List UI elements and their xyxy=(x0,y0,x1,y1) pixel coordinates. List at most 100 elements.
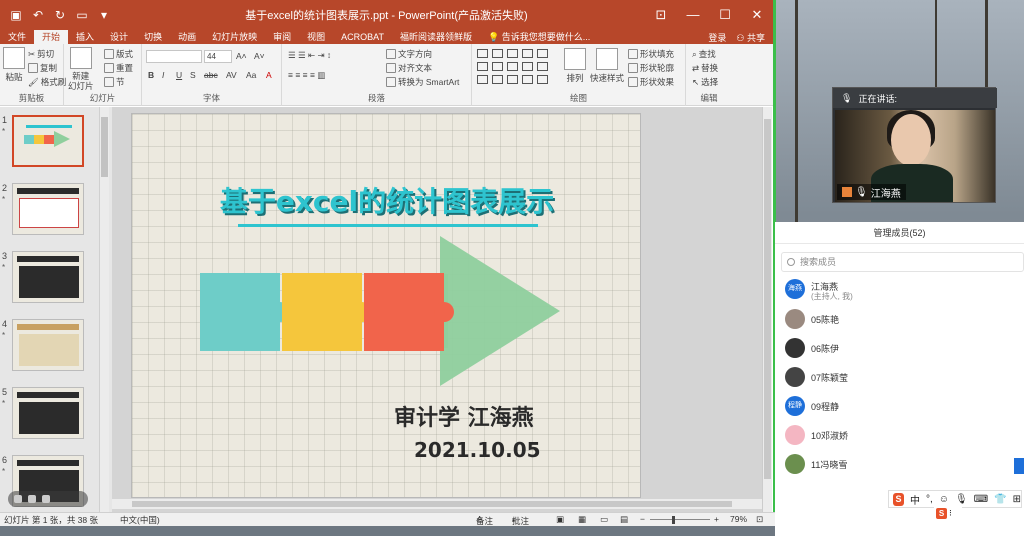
paste-button[interactable]: 粘贴 xyxy=(3,47,25,83)
grid-icon[interactable] xyxy=(42,495,50,503)
text-direction-button[interactable]: 文字方向 xyxy=(386,48,432,60)
strikethrough-button[interactable]: abc xyxy=(204,70,218,80)
slideshow-view-icon[interactable]: ▤ xyxy=(620,514,628,525)
reset-button[interactable]: 重置 xyxy=(104,62,133,74)
tab-insert[interactable]: 插入 xyxy=(68,30,102,44)
grow-font-button[interactable]: A˄ xyxy=(236,51,247,61)
customize-icon[interactable]: ▾ xyxy=(94,8,114,22)
zoom-slider[interactable] xyxy=(650,519,710,520)
bold-button[interactable]: B xyxy=(148,70,154,80)
sorter-view-icon[interactable]: ▦ xyxy=(578,514,586,525)
quick-styles-button[interactable]: 快速样式 xyxy=(590,48,624,84)
member-row[interactable]: 10邓淑娇 xyxy=(783,423,1018,449)
ime-toolbar[interactable]: S 中 °, ☺ 🎙 ⌨ 👕 ⊞ xyxy=(888,490,1022,508)
close-icon[interactable]: ✕ xyxy=(741,7,773,23)
align-buttons[interactable]: ≡ ≡ ≡ ≡ ▥ xyxy=(288,70,325,81)
change-case-button[interactable]: Aa xyxy=(246,70,256,80)
slide-thumbnails-pane[interactable]: 1 * 2 * 3 * 4 * 5 * 6 * xyxy=(0,107,112,512)
present-icon[interactable]: ▭ xyxy=(72,8,92,22)
layout-button[interactable]: 版式 xyxy=(104,48,133,60)
redo-icon[interactable]: ↻ xyxy=(50,8,70,22)
tab-transitions[interactable]: 切换 xyxy=(136,30,170,44)
align-text-button[interactable]: 对齐文本 xyxy=(386,62,432,74)
emoji-icon[interactable]: ☺ xyxy=(939,494,949,505)
thumbnail-slide-1[interactable]: 1 * xyxy=(0,115,100,173)
tab-foxit[interactable]: 福昕阅读器领鲜版 xyxy=(392,30,480,44)
ime-language-toggle[interactable]: 中 xyxy=(910,492,920,507)
tab-acrobat[interactable]: ACROBAT xyxy=(333,30,392,44)
skin-icon[interactable]: 👕 xyxy=(994,494,1006,505)
font-name-select[interactable] xyxy=(146,50,202,63)
replace-button[interactable]: ⇄ 替换 xyxy=(692,62,718,74)
ribbon-display-icon[interactable]: ⊡ xyxy=(645,7,677,23)
underline-button[interactable]: U xyxy=(176,70,182,80)
thumbnails-scrollbar[interactable] xyxy=(99,107,109,512)
side-expand-button[interactable] xyxy=(1014,458,1024,474)
shape-fill-button[interactable]: 形状填充 xyxy=(628,48,674,60)
apps-icon[interactable]: ⊞ xyxy=(1013,494,1021,505)
fit-slide-icon[interactable]: ⊡ xyxy=(756,514,763,525)
tell-me-box[interactable]: 💡 告诉我您想要做什么... xyxy=(480,30,598,44)
undo-icon[interactable]: ↶ xyxy=(28,8,48,22)
thumbnail-slide-3[interactable]: 3 * xyxy=(0,251,100,309)
copy-button[interactable]: 复制 xyxy=(28,62,57,74)
floating-controls[interactable] xyxy=(8,491,88,507)
slide-scrollbar[interactable] xyxy=(762,107,772,512)
zoom-in-button[interactable]: + xyxy=(714,514,719,524)
slide-title[interactable]: 基于excel的统计图表展示 xyxy=(132,180,642,220)
tab-home[interactable]: 开始 xyxy=(34,30,69,44)
bullets-button[interactable]: ☰ ☰ ⇤ ⇥ ↕ xyxy=(288,50,331,61)
scroll-thumb[interactable] xyxy=(132,501,732,507)
thumbnail-slide-5[interactable]: 5 * xyxy=(0,387,100,445)
new-slide-button[interactable]: 新建 幻灯片 xyxy=(68,47,94,91)
member-row[interactable]: 程静 09程静 xyxy=(783,394,1018,420)
tab-file[interactable]: 文件 xyxy=(0,30,34,44)
member-row[interactable]: 07陈颖莹 xyxy=(783,365,1018,391)
tab-view[interactable]: 视图 xyxy=(299,30,333,44)
tab-design[interactable]: 设计 xyxy=(102,30,136,44)
slide-author[interactable]: 审计学 江海燕 xyxy=(394,400,534,432)
shape-effects-button[interactable]: 形状效果 xyxy=(628,76,674,88)
camera-feed[interactable]: 🎙 江海燕 xyxy=(835,110,995,202)
ime-punct-toggle[interactable]: °, xyxy=(926,494,933,505)
member-row[interactable]: 05陈艳 xyxy=(783,307,1018,333)
save-icon[interactable]: ▣ xyxy=(6,8,26,22)
mic-icon[interactable]: 🎙 xyxy=(955,494,968,505)
member-row[interactable]: 海燕 江海燕 (主持人, 我) xyxy=(783,277,1018,303)
zoom-level[interactable]: 79% xyxy=(730,514,747,524)
language-indicator[interactable]: 中文(中国) xyxy=(120,514,160,526)
tab-slideshow[interactable]: 幻灯片放映 xyxy=(204,30,265,44)
smartart-button[interactable]: 转换为 SmartArt xyxy=(386,76,459,88)
camera-icon[interactable] xyxy=(14,495,22,503)
minimize-icon[interactable]: — xyxy=(677,7,709,23)
shape-outline-button[interactable]: 形状轮廓 xyxy=(628,62,674,74)
zoom-out-button[interactable]: − xyxy=(640,514,645,524)
shrink-font-button[interactable]: A˅ xyxy=(254,51,265,61)
font-size-select[interactable]: 44 xyxy=(204,50,232,63)
zoom-slider-thumb[interactable] xyxy=(672,516,675,524)
scroll-thumb[interactable] xyxy=(101,117,108,177)
arrange-button[interactable]: 排列 xyxy=(564,48,586,84)
member-row[interactable]: 06陈伊 xyxy=(783,336,1018,362)
tab-animations[interactable]: 动画 xyxy=(170,30,204,44)
find-button[interactable]: ⌕ 查找 xyxy=(692,48,716,60)
slide-date[interactable]: 2021.10.05 xyxy=(414,438,541,462)
thumbnail-slide-4[interactable]: 4 * xyxy=(0,319,100,377)
reading-view-icon[interactable]: ▭ xyxy=(600,514,608,525)
share-button[interactable]: ⚇ 共享 xyxy=(736,31,765,44)
keyboard-icon[interactable]: ⌨ xyxy=(974,494,988,505)
maximize-icon[interactable]: ☐ xyxy=(709,7,741,23)
cut-button[interactable]: ✂ 剪切 xyxy=(28,48,54,60)
select-button[interactable]: ↖ 选择 xyxy=(692,76,718,88)
normal-view-icon[interactable]: ▣ xyxy=(556,514,564,525)
member-search-input[interactable]: 搜索成员 xyxy=(781,252,1024,272)
chat-icon[interactable] xyxy=(28,495,36,503)
format-painter-button[interactable]: 🖌 格式刷 xyxy=(28,76,66,88)
thumbnail-slide-2[interactable]: 2 * xyxy=(0,183,100,241)
shadow-button[interactable]: S xyxy=(190,70,196,80)
char-spacing-button[interactable]: AV xyxy=(226,70,237,80)
scroll-thumb[interactable] xyxy=(764,119,771,479)
font-color-button[interactable]: A xyxy=(266,70,272,80)
ime-mini-bar[interactable]: S ⁝ xyxy=(934,507,962,520)
horizontal-scrollbar[interactable] xyxy=(112,499,762,509)
